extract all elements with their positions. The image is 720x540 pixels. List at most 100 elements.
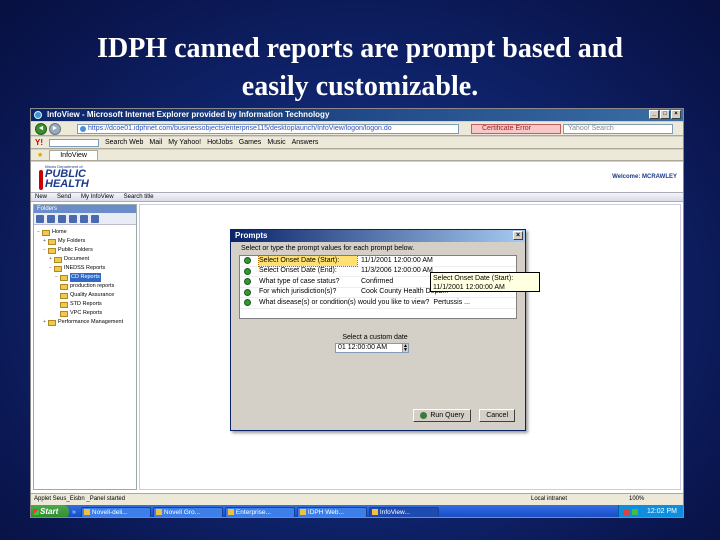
forward-button[interactable]: ► [49,123,61,135]
start-button[interactable]: Start [31,505,69,517]
taskbar-item-infoview[interactable]: InfoView... [368,506,439,517]
zoom-level[interactable]: 100% [629,494,644,505]
ie-icon [34,111,42,119]
tree-item-std-reports[interactable]: STD Reports [37,300,136,309]
prompts-dialog-title: Prompts [235,231,268,240]
folder-tool-icon[interactable] [58,215,66,223]
taskbar-item-idph-web[interactable]: IDPH Web... [296,506,367,517]
tree-item-inedss-reports[interactable]: − INEDSS Reports [37,264,136,273]
folder-icon [60,274,68,281]
quick-launch-icon[interactable]: » [72,509,76,516]
yahoo-item-hotjobs[interactable]: HotJobs [207,139,233,146]
folder-icon [60,292,68,299]
system-tray: 12:02 PM [618,505,683,517]
yahoo-toolbar: Y! Search Web Mail My Yahoo! HotJobs Gam… [31,137,683,149]
address-text: https://dcoe01.idphnet.com/businessobjec… [88,125,392,132]
tooltip-line-2: 11/1/2001 12:00:00 AM [433,284,505,291]
toolbar-my-infoview-button[interactable]: My InfoView [81,194,114,200]
slide-title-line-2: easily customizable. [241,71,479,102]
prompt-check-icon [244,278,251,286]
idph-logo-swoosh [39,170,43,190]
yahoo-item-search-web[interactable]: Search Web [105,139,143,146]
prompt-check-icon [244,257,251,265]
yahoo-item-games[interactable]: Games [239,139,262,146]
folder-icon [60,310,68,317]
windows-taskbar: Start » Novell-deli... Novell Gro... Ent… [31,505,683,517]
yahoo-item-my-yahoo[interactable]: My Yahoo! [168,139,201,146]
yahoo-search-input[interactable] [49,138,99,147]
slide-title: IDPH canned reports are prompt based and… [0,30,720,106]
yahoo-item-music[interactable]: Music [267,139,285,146]
certificate-error-badge[interactable]: Certificate Error [471,124,561,134]
date-spinner-icon[interactable]: ▲ ▼ [402,344,408,353]
tree-item-vpc-reports[interactable]: VPC Reports [37,309,136,318]
browser-title-bar: InfoView - Microsoft Internet Explorer p… [31,109,683,121]
tree-item-production-reports[interactable]: production reports [37,282,136,291]
folder-pane: Folders − Home + My Folders − Public Folder… [33,204,137,490]
yahoo-logo[interactable]: Y! [35,138,43,147]
yahoo-item-answers[interactable]: Answers [292,139,319,146]
tooltip-line-1: Select Onset Date (Start): [433,275,514,282]
maximize-button[interactable]: □ [660,110,670,119]
folder-tool-icon[interactable] [91,215,99,223]
prompt-row-onset-start[interactable]: Select Onset Date (Start): 11/1/2001 12:… [240,254,516,267]
tree-item-document[interactable]: + Document [37,255,136,264]
toolbar-search-title[interactable]: Search title [124,194,154,200]
dialog-buttons: Run Query Cancel [413,409,515,422]
dialog-close-button[interactable]: × [513,231,523,240]
prompt-check-icon [244,299,251,307]
folder-tools [34,213,136,225]
custom-date-input[interactable]: 01 12:00:00 AM ▲ ▼ [335,343,409,353]
address-bar[interactable]: https://dcoe01.idphnet.com/businessobjec… [77,124,459,134]
infoview-toolbar: New Send My InfoView Search title [31,192,683,202]
toolbar-new-button[interactable]: New [35,194,47,200]
folder-tool-icon[interactable] [80,215,88,223]
tree-item-home[interactable]: − Home [37,228,136,237]
tree-item-cd-reports[interactable]: − CD Reports [37,273,136,282]
prompt-list: Select Onset Date (Start): 11/1/2001 12:… [239,254,540,319]
window-controls: _ □ × [649,110,681,119]
folder-tool-icon[interactable] [36,215,44,223]
cancel-button[interactable]: Cancel [479,409,515,422]
run-query-button[interactable]: Run Query [413,409,472,422]
tab-infoview[interactable]: InfoView [49,150,98,160]
search-placeholder: Yahoo! Search [568,125,614,132]
folder-icon [48,319,56,326]
idph-logo: Illinois Department of PUBLIC HEALTH [39,164,109,190]
app-icon [299,509,306,515]
folders-header: Folders [34,205,136,213]
tree-item-quality-assurance[interactable]: Quality Assurance [37,291,136,300]
yahoo-item-mail[interactable]: Mail [149,139,162,146]
certificate-error-text: Certificate Error [482,125,532,132]
tray-icon[interactable] [623,509,630,515]
browser-window-title: InfoView - Microsoft Internet Explorer p… [47,110,330,119]
address-row: ◄ ► https://dcoe01.idphnet.com/businesso… [31,122,683,136]
windows-flag-icon [33,509,39,515]
folder-icon [60,283,68,290]
toolbar-send-button[interactable]: Send [57,194,71,200]
taskbar-item-novell-gro[interactable]: Novell Gro... [152,506,223,517]
folder-icon [48,238,56,245]
custom-date-label: Select a custom date [342,334,408,341]
tree-item-my-folders[interactable]: + My Folders [37,237,136,246]
custom-date-area: Select a custom date 01 12:00:00 AM ▲ ▼ [335,334,415,353]
app-icon [371,509,378,515]
folder-tool-icon[interactable] [47,215,55,223]
folder-tree: − Home + My Folders − Public Folders + Docum… [34,225,136,327]
tree-item-public-folders[interactable]: − Public Folders [37,246,136,255]
tree-item-performance-management[interactable]: + Performance Management [37,318,136,327]
welcome-user: Welcome: MCRAWLEY [612,174,677,180]
close-window-button[interactable]: × [671,110,681,119]
slide-title-line-1: IDPH canned reports are prompt based and [97,33,623,64]
tray-icon[interactable] [632,509,639,515]
minimize-button[interactable]: _ [649,110,659,119]
back-button[interactable]: ◄ [35,123,47,135]
folder-icon [54,256,62,263]
favorites-star-icon[interactable]: ★ [37,152,43,159]
browser-search-input[interactable]: Yahoo! Search [563,124,673,134]
prompt-row-disease[interactable]: What disease(s) or condition(s) would yo… [240,298,516,309]
prompts-instruction: Select or type the prompt values for eac… [241,245,415,252]
taskbar-item-novell-deli[interactable]: Novell-deli... [80,506,151,517]
folder-tool-icon[interactable] [69,215,77,223]
taskbar-item-enterprise[interactable]: Enterprise... [224,506,295,517]
